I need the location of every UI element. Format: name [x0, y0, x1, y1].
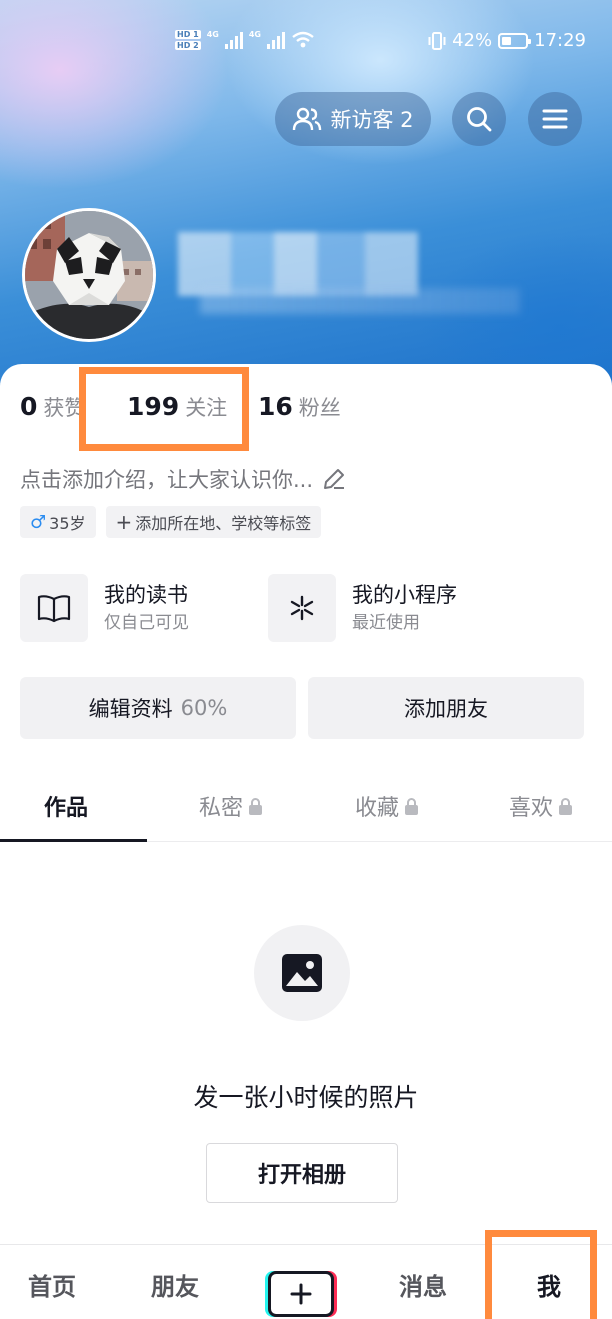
- empty-state-text: 发一张小时候的照片: [193, 1083, 419, 1112]
- add-friends-label: 添加朋友: [404, 697, 488, 721]
- profile-tags: ♂ 35岁 + 添加所在地、学校等标签: [20, 506, 322, 538]
- plus-icon: +: [115, 510, 133, 534]
- search-icon: [467, 107, 492, 132]
- lock-icon: [249, 797, 263, 815]
- panda-mask-avatar-image: [25, 211, 153, 339]
- male-icon: ♂: [30, 511, 47, 533]
- signal-indicators: HD 1 HD 2 4G 4G: [175, 30, 315, 50]
- hd-badges: HD 1 HD 2: [175, 30, 201, 50]
- age-tag[interactable]: ♂ 35岁: [20, 506, 96, 538]
- open-album-label: 打开相册: [257, 1163, 346, 1188]
- lock-icon: [559, 797, 573, 815]
- visitors-icon: [293, 107, 322, 131]
- create-post-button[interactable]: [268, 1271, 334, 1317]
- add-location-tag[interactable]: + 添加所在地、学校等标签: [105, 506, 322, 538]
- tab-favorites-label: 收藏: [355, 796, 400, 821]
- mini-programs-title: 我的小程序: [352, 583, 457, 607]
- network-type-1: 4G: [206, 30, 219, 39]
- edit-profile-label: 编辑资料: [88, 697, 173, 721]
- tab-works-label: 作品: [44, 796, 89, 821]
- active-tab-indicator: [0, 839, 147, 842]
- nav-messages[interactable]: 消息: [399, 1267, 447, 1302]
- nav-home[interactable]: 首页: [28, 1267, 76, 1302]
- avatar[interactable]: [22, 208, 156, 342]
- mini-programs-subtitle: 最近使用: [352, 613, 420, 633]
- status-right: 42% 17:29: [428, 30, 586, 51]
- my-reading-entry[interactable]: 我的读书 仅自己可见: [20, 574, 189, 642]
- my-reading-title: 我的读书: [104, 583, 188, 607]
- edit-profile-progress: 60%: [180, 696, 228, 720]
- hd1-badge: HD 1: [175, 30, 201, 39]
- photo-placeholder: [254, 925, 350, 1021]
- status-bar: HD 1 HD 2 4G 4G 42% 17:29: [0, 28, 612, 64]
- search-button[interactable]: [452, 92, 506, 146]
- bio-placeholder: 点击添加介绍，让大家认识你...: [20, 468, 314, 492]
- me-tab-highlight-box: [485, 1230, 597, 1319]
- username-blurred: [178, 232, 418, 296]
- new-visitors-label: 新访客 2: [330, 108, 414, 132]
- my-reading-subtitle: 仅自己可见: [104, 613, 189, 633]
- vibrate-icon: [428, 31, 446, 50]
- battery-icon: [498, 32, 532, 49]
- wifi-icon: [292, 31, 314, 48]
- open-album-button[interactable]: 打开相册: [206, 1143, 398, 1203]
- following-highlight-box: [79, 367, 249, 451]
- image-icon: [282, 954, 322, 992]
- tab-likes[interactable]: 喜欢: [509, 790, 573, 822]
- menu-button[interactable]: [528, 92, 582, 146]
- user-id-blurred: [200, 288, 520, 314]
- hd2-badge: HD 2: [175, 41, 201, 50]
- signal-1-icon: [224, 31, 243, 49]
- lock-icon: [405, 797, 419, 815]
- followers-count: 16: [258, 392, 293, 421]
- clock: 17:29: [534, 30, 586, 51]
- nav-friends[interactable]: 朋友: [151, 1267, 199, 1302]
- age-tag-label: 35岁: [49, 514, 86, 533]
- add-location-label: 添加所在地、学校等标签: [135, 514, 312, 533]
- mini-programs-entry[interactable]: 我的小程序 最近使用: [268, 574, 457, 642]
- new-visitors-button[interactable]: 新访客 2: [275, 92, 431, 146]
- edit-profile-button[interactable]: 编辑资料 60%: [20, 677, 296, 739]
- followers-stat[interactable]: 16 粉丝: [258, 392, 341, 422]
- likes-count: 0: [20, 392, 38, 421]
- tab-private[interactable]: 私密: [199, 790, 263, 822]
- tab-likes-label: 喜欢: [509, 796, 554, 821]
- tab-private-label: 私密: [199, 796, 244, 821]
- mini-program-icon: [268, 574, 336, 642]
- edit-pencil-icon: [324, 469, 345, 489]
- signal-2-icon: [266, 31, 285, 49]
- book-icon: [20, 574, 88, 642]
- battery-percent: 42%: [452, 30, 493, 51]
- tab-works[interactable]: 作品: [44, 790, 88, 822]
- plus-icon: [290, 1283, 312, 1305]
- hamburger-menu-icon: [542, 109, 568, 129]
- bio-row[interactable]: 点击添加介绍，让大家认识你...: [20, 464, 347, 494]
- add-friends-button[interactable]: 添加朋友: [308, 677, 584, 739]
- network-type-2: 4G: [248, 30, 261, 39]
- followers-label: 粉丝: [298, 396, 341, 420]
- tab-favorites[interactable]: 收藏: [355, 790, 419, 822]
- content-tabs: 作品 私密 收藏 喜欢: [0, 768, 612, 842]
